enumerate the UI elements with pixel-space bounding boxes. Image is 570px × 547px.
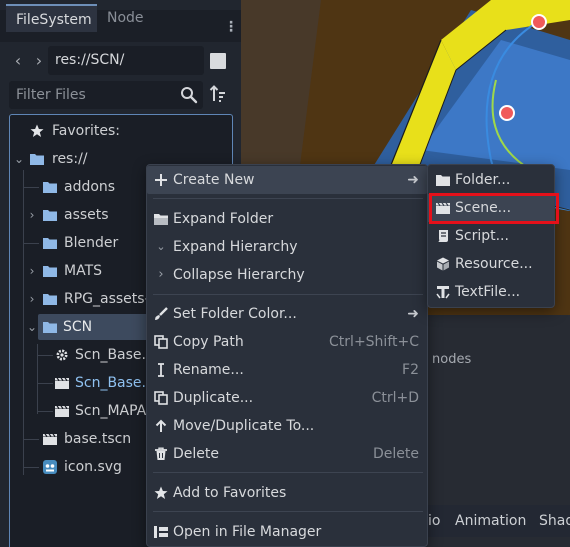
tree-item-scn[interactable]: SCN <box>38 314 148 340</box>
folder-icon <box>43 294 57 305</box>
clapperboard-icon <box>55 405 69 417</box>
file-manager-icon <box>154 526 168 538</box>
tree-favorites[interactable]: Favorites: <box>10 118 232 144</box>
duplicate-icon <box>154 391 168 405</box>
tab-node[interactable]: Node <box>97 4 157 32</box>
submenu-item-resource[interactable]: Resource... <box>428 250 554 278</box>
menu-item-copy-path[interactable]: Copy Path Ctrl+Shift+C <box>147 328 427 356</box>
tree-label: RPG_assets-n <box>64 291 159 307</box>
submenu-item-folder[interactable]: Folder... <box>428 166 554 194</box>
tree-label: Blender <box>64 235 119 251</box>
tree-label: res:// <box>52 151 88 167</box>
tree-label: Scn_Base.g <box>75 347 155 363</box>
tree-label: Scn_MAPA. <box>75 403 151 419</box>
tab-filesystem[interactable]: FileSystem <box>6 4 97 32</box>
plus-icon <box>155 174 167 186</box>
godot-icon <box>43 460 57 474</box>
folder-icon <box>43 182 57 193</box>
tree-label: assets <box>64 207 109 223</box>
menu-item-expand-folder[interactable]: Expand Folder <box>147 205 427 233</box>
script-icon <box>438 230 448 242</box>
tree-label: Favorites: <box>52 123 120 139</box>
tab-shader[interactable]: Shad <box>539 513 570 529</box>
folder-icon <box>436 175 450 186</box>
create-new-submenu: Folder... Scene... Script... Resource...… <box>427 164 555 308</box>
menu-item-add-favorites[interactable]: Add to Favorites <box>147 479 427 507</box>
folder-icon <box>43 322 57 333</box>
arrow-right-icon: ➜ <box>407 172 419 188</box>
star-icon <box>30 124 44 137</box>
star-icon <box>154 486 168 499</box>
chevron-right-icon: › <box>158 267 164 282</box>
tree-label: icon.svg <box>64 459 122 475</box>
menu-item-create-new[interactable]: Create New ➜ <box>147 166 427 194</box>
scene-highlight-annotation <box>429 193 559 224</box>
folder-icon <box>43 210 57 221</box>
forward-icon[interactable]: › <box>31 50 47 72</box>
back-icon[interactable]: ‹ <box>10 50 26 72</box>
paint-brush-icon <box>155 307 168 320</box>
menu-item-set-folder-color[interactable]: Set Folder Color... ➜ <box>147 300 427 328</box>
menu-item-collapse-hierarchy[interactable]: › Collapse Hierarchy <box>147 261 427 289</box>
menu-separator <box>153 294 423 295</box>
clapperboard-icon <box>43 433 57 445</box>
text-cursor-icon <box>158 363 164 377</box>
chevron-right-icon[interactable]: › <box>26 202 38 228</box>
sort-icon[interactable] <box>209 85 227 103</box>
tree-label: base.tscn <box>64 431 132 447</box>
nodes-label: nodes <box>432 352 472 367</box>
chevron-right-icon[interactable]: › <box>26 258 38 284</box>
gear-icon <box>56 349 68 361</box>
resource-cube-icon <box>437 257 449 271</box>
context-menu: Create New ➜ Expand Folder ⌄ Expand Hier… <box>146 164 428 547</box>
chevron-down-icon[interactable]: ⌄ <box>13 146 25 172</box>
clapperboard-icon <box>55 377 69 389</box>
search-icon <box>181 87 198 104</box>
chevron-right-icon[interactable]: › <box>26 286 38 312</box>
filter-files-input[interactable]: Filter Files <box>9 81 203 109</box>
menu-separator <box>153 472 423 473</box>
trash-icon <box>155 447 167 460</box>
menu-item-move-duplicate[interactable]: Move/Duplicate To... <box>147 412 427 440</box>
folder-icon <box>30 154 44 165</box>
menu-item-delete[interactable]: Delete Delete <box>147 440 427 468</box>
tab-animation[interactable]: Animation <box>455 513 526 529</box>
menu-item-rename[interactable]: Rename... F2 <box>147 356 427 384</box>
dock-menu-icon[interactable]: ⋮ <box>224 16 238 38</box>
copy-icon <box>154 335 168 349</box>
submenu-item-textfile[interactable]: TextFile... <box>428 278 554 306</box>
menu-separator <box>153 198 423 199</box>
path-input[interactable]: res://SCN/ <box>48 46 204 75</box>
toggle-split-mode-button[interactable] <box>210 53 226 69</box>
textfile-icon <box>436 286 450 299</box>
folder-icon <box>43 238 57 249</box>
tree-label: addons <box>64 179 116 195</box>
menu-item-open-file-manager[interactable]: Open in File Manager <box>147 518 427 546</box>
menu-item-duplicate[interactable]: Duplicate... Ctrl+D <box>147 384 427 412</box>
arrow-right-icon: ➜ <box>407 306 419 322</box>
menu-separator <box>153 511 423 512</box>
tree-label: MATS <box>64 263 103 279</box>
tree-label: Scn_Base.t <box>75 375 152 391</box>
move-up-icon <box>155 419 167 432</box>
chevron-down-icon[interactable]: ⌄ <box>26 314 38 340</box>
open-folder-icon <box>154 214 168 225</box>
chevron-down-icon: ⌄ <box>156 240 166 253</box>
tab-audio[interactable]: io <box>428 513 440 529</box>
menu-item-expand-hierarchy[interactable]: ⌄ Expand Hierarchy <box>147 233 427 261</box>
submenu-item-script[interactable]: Script... <box>428 222 554 250</box>
folder-icon <box>43 266 57 277</box>
tree-label: SCN <box>63 319 93 335</box>
